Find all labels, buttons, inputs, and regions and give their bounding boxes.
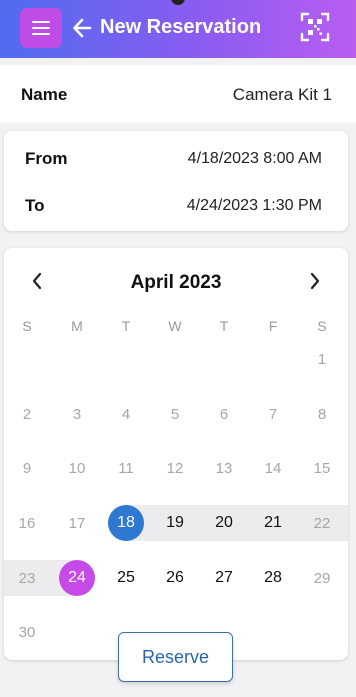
- calendar-day[interactable]: 15: [305, 460, 339, 477]
- calendar-day[interactable]: 29: [305, 570, 339, 587]
- reserve-button[interactable]: Reserve: [118, 632, 233, 682]
- item-name-label: Name: [21, 85, 68, 104]
- hamburger-icon: [32, 33, 50, 35]
- calendar-month-label: April 2023: [130, 272, 222, 293]
- calendar-day[interactable]: 8: [305, 406, 339, 423]
- calendar-day[interactable]: 7: [256, 406, 290, 423]
- weekday-label: M: [71, 318, 83, 334]
- calendar-day[interactable]: 16: [10, 515, 44, 532]
- to-value[interactable]: 4/24/2023 1:30 PM: [187, 197, 322, 215]
- calendar-day[interactable]: 21: [256, 514, 290, 532]
- calendar-day[interactable]: 3: [60, 406, 94, 423]
- calendar-card: [4, 248, 348, 660]
- from-value[interactable]: 4/18/2023 8:00 AM: [188, 150, 322, 168]
- calendar-day[interactable]: 25: [109, 569, 143, 587]
- calendar-day[interactable]: 22: [305, 515, 339, 532]
- calendar-day[interactable]: 5: [158, 406, 192, 423]
- calendar-day[interactable]: 30: [10, 624, 44, 641]
- calendar-day[interactable]: 10: [60, 460, 94, 477]
- calendar-day[interactable]: 26: [158, 569, 192, 587]
- calendar-day[interactable]: 19: [158, 514, 192, 532]
- weekday-label: S: [317, 318, 327, 334]
- arrow-left-icon[interactable]: [72, 17, 92, 39]
- weekday-label: T: [219, 318, 229, 334]
- calendar-day[interactable]: 14: [256, 460, 290, 477]
- calendar-day[interactable]: 23: [10, 570, 44, 587]
- calendar-day[interactable]: 6: [207, 406, 241, 423]
- calendar-day[interactable]: 12: [158, 460, 192, 477]
- calendar-day[interactable]: 27: [207, 569, 241, 587]
- camera-notch: [171, 0, 185, 5]
- calendar-day[interactable]: 28: [256, 569, 290, 587]
- calendar-day[interactable]: 1: [305, 351, 339, 368]
- hamburger-icon: [32, 27, 50, 29]
- app-header: New Reservation: [0, 0, 356, 58]
- calendar-day[interactable]: 13: [207, 460, 241, 477]
- calendar-day[interactable]: 4: [109, 406, 143, 423]
- page-title: New Reservation: [100, 16, 262, 38]
- calendar-day[interactable]: 2: [10, 406, 44, 423]
- weekday-label: T: [121, 318, 131, 334]
- calendar-day[interactable]: 17: [60, 515, 94, 532]
- calendar-day-selected-start[interactable]: 18: [109, 514, 143, 532]
- qr-scan-icon[interactable]: [300, 11, 330, 43]
- weekday-label: S: [22, 318, 32, 334]
- weekday-label: F: [268, 318, 278, 334]
- calendar-day[interactable]: 11: [109, 460, 143, 477]
- date-range-card: From 4/18/2023 8:00 AM To 4/24/2023 1:30…: [4, 131, 348, 231]
- item-name-value: Camera Kit 1: [232, 85, 332, 104]
- calendar-day[interactable]: 20: [207, 514, 241, 532]
- calendar-day[interactable]: 9: [10, 460, 44, 477]
- hamburger-icon: [32, 21, 50, 23]
- chevron-right-icon[interactable]: [309, 272, 321, 296]
- from-label: From: [25, 149, 68, 168]
- weekday-label: W: [168, 318, 182, 334]
- menu-button[interactable]: [20, 8, 62, 48]
- to-label: To: [25, 196, 45, 215]
- calendar-day-selected-end[interactable]: 24: [60, 569, 94, 587]
